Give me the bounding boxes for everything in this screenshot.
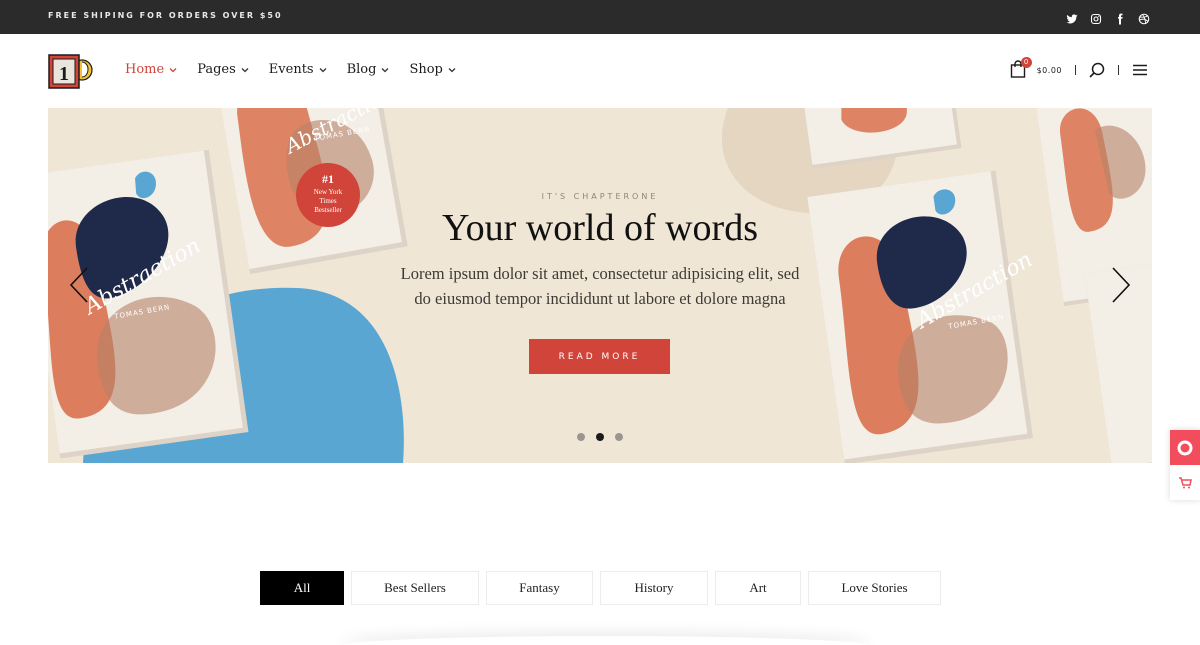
facebook-icon[interactable] — [1114, 10, 1126, 25]
slider-pagination — [577, 433, 623, 441]
hero-headline: Your world of words — [442, 207, 758, 249]
nav-label: Shop — [409, 62, 443, 77]
side-widget-demo-button[interactable] — [1170, 430, 1200, 465]
chevron-down-icon — [319, 67, 327, 72]
chevron-down-icon — [241, 67, 249, 72]
chevron-down-icon — [448, 67, 456, 72]
filter-fantasy[interactable]: Fantasy — [486, 571, 593, 605]
read-more-button[interactable]: READ MORE — [529, 339, 670, 374]
hero-slider: #1 New York Times Bestseller Abstraction… — [48, 108, 1152, 463]
chevron-down-icon — [381, 67, 389, 72]
divider — [1118, 65, 1119, 75]
product-card-shadow — [340, 636, 870, 645]
cart-count-badge: 0 — [1020, 57, 1032, 68]
hero-subtext-line: do eiusmod tempor incididunt ut labore e… — [414, 289, 786, 308]
menu-icon[interactable] — [1132, 62, 1148, 78]
hero-subtext: Lorem ipsum dolor sit amet, consectetur … — [368, 261, 832, 311]
shipping-notice: FREE SHIPING FOR ORDERS OVER $50 — [48, 11, 283, 20]
hero-subtext-line: Lorem ipsum dolor sit amet, consectetur … — [400, 264, 800, 283]
chevron-down-icon — [169, 67, 177, 72]
nav-item-pages[interactable]: Pages — [197, 62, 249, 77]
main-nav: Home Pages Events Blog Shop — [125, 62, 476, 77]
filter-art[interactable]: Art — [715, 571, 801, 605]
logo-number: 1 — [59, 63, 69, 85]
cart-button[interactable]: 0 — [1010, 57, 1032, 80]
nav-item-shop[interactable]: Shop — [409, 62, 456, 77]
search-icon[interactable] — [1089, 62, 1105, 78]
site-header: 1 Home Pages Events Blog Shop 0 $0.00 — [0, 34, 1200, 108]
header-actions: 0 $0.00 — [1010, 57, 1148, 80]
side-widget-cart-button[interactable] — [1170, 465, 1200, 500]
cart-total: $0.00 — [1036, 65, 1062, 75]
top-bar: FREE SHIPING FOR ORDERS OVER $50 — [0, 0, 1200, 34]
slider-prev-arrow-icon[interactable] — [68, 266, 90, 304]
slider-next-arrow-icon[interactable] — [1110, 266, 1132, 304]
dribbble-icon[interactable] — [1138, 10, 1150, 25]
filter-history[interactable]: History — [600, 571, 708, 605]
slider-dot-3[interactable] — [615, 433, 623, 441]
hero-eyebrow: IT'S CHAPTERONE — [541, 192, 659, 201]
slider-dot-1[interactable] — [577, 433, 585, 441]
nav-label: Blog — [346, 62, 377, 77]
nav-label: Events — [268, 62, 314, 77]
divider — [1075, 65, 1076, 75]
nav-item-blog[interactable]: Blog — [347, 62, 390, 77]
slider-dot-2[interactable] — [596, 433, 604, 441]
lifebuoy-icon — [1177, 440, 1193, 455]
twitter-icon[interactable] — [1066, 10, 1078, 24]
filter-all[interactable]: All — [260, 571, 344, 605]
category-filters: All Best Sellers Fantasy History Art Lov… — [260, 571, 948, 605]
cart-icon — [1179, 476, 1192, 488]
nav-label: Pages — [197, 62, 236, 77]
nav-item-home[interactable]: Home — [125, 62, 177, 77]
nav-label: Home — [125, 62, 165, 77]
side-widget — [1170, 430, 1200, 500]
social-links — [1066, 10, 1150, 25]
badge-number: #1 — [322, 172, 334, 186]
instagram-icon[interactable] — [1090, 10, 1102, 25]
filter-best-sellers[interactable]: Best Sellers — [351, 571, 479, 605]
site-logo[interactable]: 1 — [48, 53, 94, 91]
nav-item-events[interactable]: Events — [269, 62, 327, 77]
filter-love-stories[interactable]: Love Stories — [808, 571, 941, 605]
